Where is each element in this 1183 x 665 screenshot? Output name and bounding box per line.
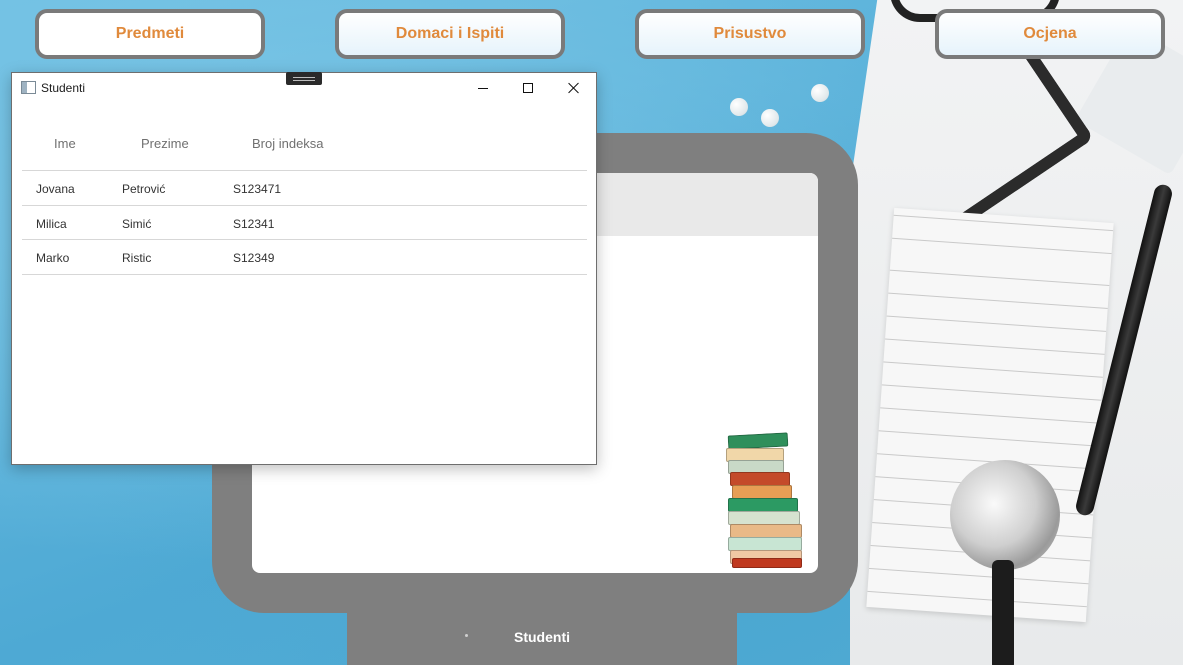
background-stethoscope [950,460,1060,570]
book-stack-icon [722,432,806,572]
students-button[interactable]: Studenti [347,612,737,665]
cell-broj-indeksa: S12349 [233,251,275,265]
close-button[interactable] [551,73,597,103]
cell-prezime: Petrović [122,182,166,196]
students-button-label: Studenti [514,629,570,645]
cell-broj-indeksa: S123471 [233,182,282,196]
minimize-icon [478,87,488,89]
students-table: Ime Prezime Broj indeksa Jovana Petrović… [22,125,587,275]
maximize-icon [523,83,533,93]
column-header-broj-indeksa[interactable]: Broj indeksa [252,136,324,151]
cell-prezime: Simić [122,216,152,231]
cell-ime: Jovana [36,182,75,196]
table-row[interactable]: Jovana Petrović S123471 [22,171,587,206]
column-header-prezime[interactable]: Prezime [141,136,189,151]
nav-button-label: Ocjena [1023,25,1077,42]
background-pill [811,84,829,102]
stand-dot [465,634,468,637]
window-titlebar[interactable]: Studenti [12,73,596,103]
cell-broj-indeksa: S12341 [233,216,275,231]
students-window[interactable]: Studenti Ime Prezime Broj indeksa Jovana… [11,72,597,465]
app-window-icon [21,81,36,94]
nav-button-label: Prisustvo [713,25,787,42]
cell-ime: Marko [36,251,70,265]
cell-ime: Milica [36,216,67,231]
nav-button-ocjena[interactable]: Ocjena [935,9,1165,59]
cell-prezime: Ristic [122,251,152,265]
nav-button-label: Predmeti [115,25,185,42]
nav-button-domaci-i-ispiti[interactable]: Domaci i Ispiti [335,9,565,59]
maximize-button[interactable] [505,73,551,103]
background-pill [761,109,779,127]
minimize-button[interactable] [460,73,506,103]
nav-button-label: Domaci i Ispiti [395,25,505,42]
window-title: Studenti [41,81,86,95]
close-icon [568,82,580,94]
table-row[interactable]: Milica Simić S12341 [22,206,587,240]
table-header: Ime Prezime Broj indeksa [22,125,587,171]
nav-button-prisustvo[interactable]: Prisustvo [635,9,865,59]
background-pill [730,98,748,116]
nav-button-predmeti[interactable]: Predmeti [35,9,265,59]
background-stethoscope-tube [992,560,1014,665]
table-row[interactable]: Marko Ristic S12349 [22,240,587,275]
column-header-ime[interactable]: Ime [54,136,76,151]
